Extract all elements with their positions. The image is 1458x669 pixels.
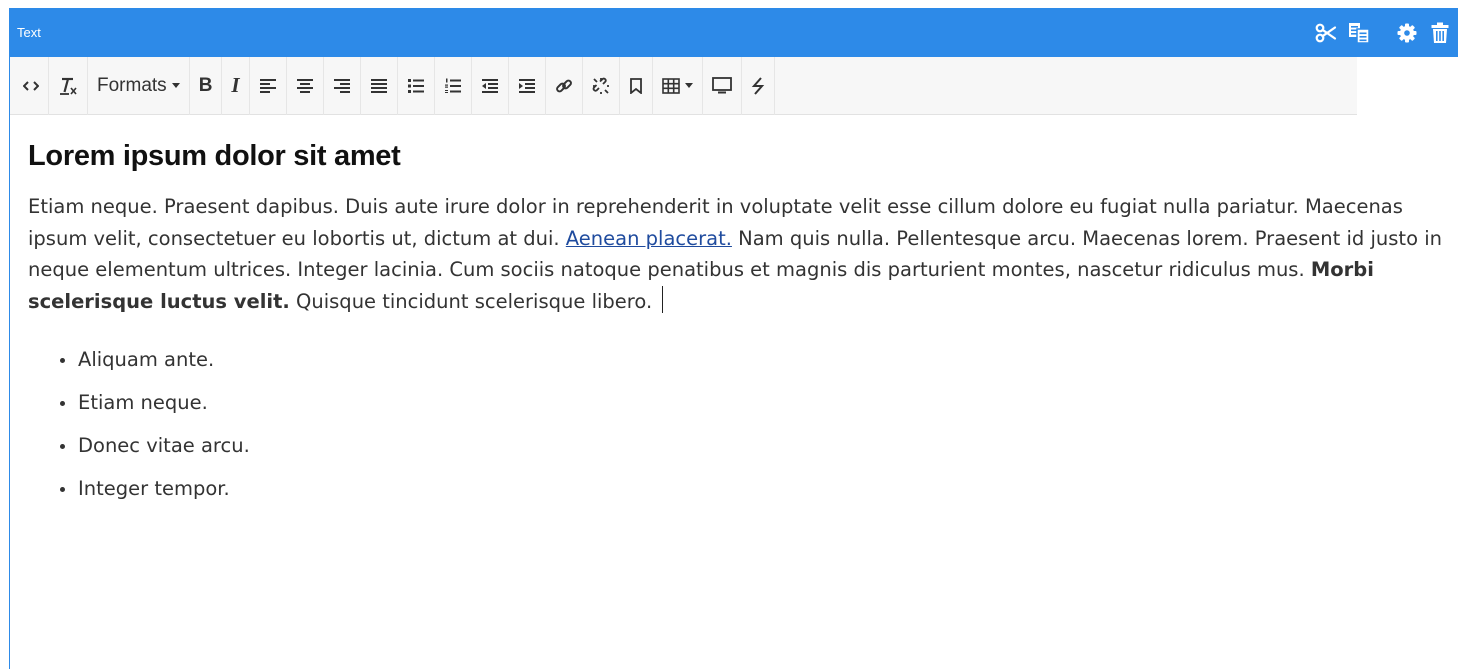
list-item: Aliquam ante. [60,345,1453,375]
italic-button[interactable]: I [222,56,250,115]
text-widget: Text Formats B I Lorem ipsum dolor sit a… [9,8,1458,669]
widget-header: Text [10,8,1458,57]
paragraph-link[interactable]: Aenean placerat. [566,227,732,250]
widget-title: Text [17,25,41,40]
content-heading: Lorem ipsum dolor sit amet [28,140,401,172]
delete-button[interactable] [1426,18,1454,48]
clear-formatting-icon [60,77,77,95]
align-left-button[interactable] [250,56,287,115]
clear-formatting-button[interactable] [49,56,88,115]
cut-button[interactable] [1312,18,1340,48]
align-right-button[interactable] [324,56,361,115]
paragraph-text-3: Quisque tincidunt scelerisque libero. [289,289,653,313]
outdent-button[interactable] [472,56,509,115]
bookmark-icon [629,77,642,94]
chevron-down-icon [171,83,180,88]
preview-button[interactable] [703,56,742,115]
editor-toolbar: Formats B I [10,56,1357,115]
indent-icon [518,78,535,93]
bookmark-button[interactable] [620,56,653,115]
content-paragraph: Etiam neque. Praesent dapibus. Duis aute… [28,191,1453,317]
bold-icon: B [198,74,213,96]
table-dropdown[interactable] [653,56,703,115]
source-code-icon [23,80,39,91]
settings-button[interactable] [1393,18,1421,48]
numbered-list-button[interactable] [435,56,472,115]
bullet-list-icon [407,78,424,93]
list-item: Etiam neque. [60,388,1453,418]
unlink-icon [592,77,609,94]
chevron-down-icon [684,83,693,88]
unlink-button[interactable] [583,56,620,115]
gear-icon [1397,23,1417,42]
header-actions [1307,8,1454,57]
outdent-icon [481,78,498,93]
list-item: Integer tempor. [60,474,1453,504]
justify-icon [370,78,387,93]
align-center-button[interactable] [287,56,324,115]
indent-button[interactable] [509,56,546,115]
align-left-icon [259,78,276,93]
bold-button[interactable]: B [190,56,223,115]
scissors-icon [1315,23,1337,42]
source-code-button[interactable] [14,56,49,115]
list-item: Donec vitae arcu. [60,431,1453,461]
bullet-list-button[interactable] [398,56,435,115]
special-character-button[interactable] [742,56,775,115]
italic-icon: I [231,73,240,97]
trash-icon [1431,22,1449,43]
copy-icon [1349,22,1370,44]
formats-dropdown[interactable]: Formats [88,56,190,115]
justify-button[interactable] [361,56,398,115]
copy-button[interactable] [1345,18,1373,48]
table-icon [661,77,680,94]
text-cursor [662,285,664,313]
align-center-icon [296,78,313,93]
formats-label: Formats [97,74,167,96]
align-right-icon [333,78,350,93]
editor-content[interactable]: Lorem ipsum dolor sit amet Etiam neque. … [28,116,1453,517]
special-char-icon [751,76,764,95]
numbered-list-icon [444,78,461,93]
bullet-list: Aliquam ante. Etiam neque. Donec vitae a… [28,345,1453,504]
link-icon [555,79,572,92]
preview-icon [711,77,732,94]
link-button[interactable] [546,56,583,115]
